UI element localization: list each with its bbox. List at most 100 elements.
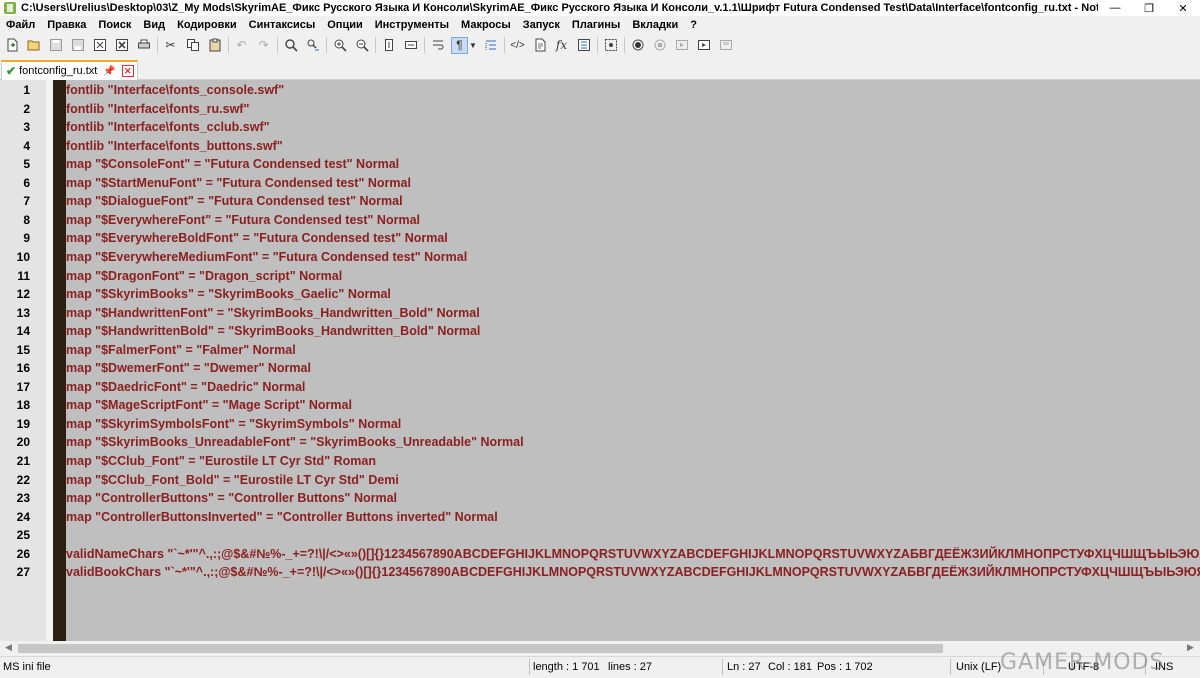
code-line[interactable]: fontlib "Interface\fonts_buttons.swf" [66, 139, 283, 153]
find-icon[interactable] [282, 37, 299, 54]
pin-icon[interactable]: 📌 [103, 66, 115, 77]
cut-icon[interactable]: ✂ [162, 37, 179, 54]
watermark: GAMER-MODS [1000, 650, 1165, 675]
dropdown-arrow-icon[interactable]: ▼ [469, 37, 477, 54]
sync-vertical-icon[interactable] [380, 37, 397, 54]
status-eol[interactable]: Unix (LF) [956, 661, 1001, 673]
text-area[interactable]: fontlib "Interface\fonts_console.swf"fon… [66, 80, 1200, 641]
menu-encoding[interactable]: Кодировки [171, 19, 243, 31]
code-line[interactable]: fontlib "Interface\fonts_cclub.swf" [66, 120, 270, 134]
menu-settings[interactable]: Опции [321, 19, 369, 31]
menu-run[interactable]: Запуск [517, 19, 566, 31]
close-file-icon[interactable] [91, 37, 108, 54]
toolbar-separator [504, 37, 505, 53]
code-line[interactable]: map "$EverywhereFont" = "Futura Condense… [66, 213, 420, 227]
code-line[interactable]: fontlib "Interface\fonts_console.swf" [66, 83, 284, 97]
status-pos: Pos : 1 702 [817, 661, 873, 673]
code-line[interactable]: map "$CClub_Font" = "Eurostile LT Cyr St… [66, 454, 376, 468]
code-line[interactable]: map "$StartMenuFont" = "Futura Condensed… [66, 176, 411, 190]
menu-language[interactable]: Синтаксисы [243, 19, 322, 31]
new-file-icon[interactable] [3, 37, 20, 54]
menu-view[interactable]: Вид [137, 19, 171, 31]
code-line[interactable]: map "$CClub_Font_Bold" = "Eurostile LT C… [66, 473, 399, 487]
open-folder-icon[interactable] [25, 37, 42, 54]
document-map-icon[interactable] [531, 37, 548, 54]
menu-help[interactable]: ? [684, 19, 703, 31]
menu-plugins[interactable]: Плагины [566, 19, 626, 31]
line-number: 22 [16, 473, 30, 487]
menu-file[interactable]: Файл [0, 19, 41, 31]
code-line[interactable]: map "$HandwrittenBold" = "SkyrimBooks_Ha… [66, 324, 480, 338]
user-language-icon[interactable]: </> [509, 37, 526, 54]
code-line[interactable]: map "$EverywhereMediumFont" = "Futura Co… [66, 250, 467, 264]
code-line[interactable]: map "$SkyrimSymbolsFont" = "SkyrimSymbol… [66, 417, 401, 431]
code-line[interactable]: map "$ConsoleFont" = "Futura Condensed t… [66, 157, 399, 171]
show-all-characters-icon[interactable]: ¶ [451, 36, 468, 54]
scroll-right-icon[interactable]: ▶ [1187, 642, 1194, 653]
line-number: 1 [23, 83, 30, 97]
save-macro-icon[interactable] [717, 37, 734, 54]
word-wrap-icon[interactable] [429, 37, 446, 54]
saved-check-icon: ✔ [6, 64, 17, 78]
scrollbar-thumb[interactable] [18, 644, 943, 653]
save-icon[interactable] [47, 37, 64, 54]
zoom-out-icon[interactable] [353, 37, 370, 54]
menu-macro[interactable]: Макросы [455, 19, 517, 31]
line-number: 2 [23, 102, 30, 116]
code-line[interactable]: map "$DragonFont" = "Dragon_script" Norm… [66, 269, 342, 283]
menu-search[interactable]: Поиск [92, 19, 137, 31]
stop-macro-icon[interactable] [651, 37, 668, 54]
notepad-plus-plus-icon [4, 2, 16, 14]
code-line[interactable]: map "$DialogueFont" = "Futura Condensed … [66, 194, 403, 208]
indent-guide-icon[interactable] [482, 37, 499, 54]
code-line[interactable]: map "$DwemerFont" = "Dwemer" Normal [66, 361, 311, 375]
close-all-icon[interactable] [113, 37, 130, 54]
replace-icon[interactable] [304, 37, 321, 54]
paste-icon[interactable] [206, 37, 223, 54]
code-line[interactable]: map "$EverywhereBoldFont" = "Futura Cond… [66, 231, 448, 245]
status-lines: lines : 27 [608, 661, 653, 673]
line-number: 25 [16, 528, 30, 542]
editor-area[interactable]: 1 2 3 4 5 6 7 8 9 10 11 12 13 14 15 16 17 18 19 20 21 22 23 24 2… [0, 80, 1200, 641]
toolbar-separator [375, 37, 376, 53]
code-line[interactable]: map "$FalmerFont" = "Falmer" Normal [66, 343, 296, 357]
code-line[interactable]: map "$HandwrittenFont" = "SkyrimBooks_Ha… [66, 306, 480, 320]
folder-as-workspace-icon[interactable] [575, 37, 592, 54]
code-line[interactable]: map "$DaedricFont" = "Daedric" Normal [66, 380, 305, 394]
line-number: 21 [16, 454, 30, 468]
minimize-button[interactable]: — [1098, 0, 1132, 16]
tab-fontconfig-ru[interactable]: ✔ fontconfig_ru.txt 📌 ✕ [1, 60, 138, 80]
menu-window[interactable]: Вкладки [626, 19, 684, 31]
undo-icon[interactable]: ↶ [233, 37, 250, 54]
copy-icon[interactable] [184, 37, 201, 54]
code-line[interactable]: fontlib "Interface\fonts_ru.swf" [66, 102, 249, 116]
print-icon[interactable] [135, 37, 152, 54]
tab-close-icon[interactable]: ✕ [121, 65, 134, 77]
code-line[interactable]: validBookChars "`~*'"^.,:;@$&#№%-_+=?!\|… [66, 565, 1200, 579]
function-list-icon[interactable]: fx [553, 37, 570, 54]
close-button[interactable]: ✕ [1166, 0, 1200, 16]
save-all-icon[interactable] [69, 37, 86, 54]
code-line[interactable]: map "ControllerButtons" = "Controller Bu… [66, 491, 397, 505]
record-macro-icon[interactable] [629, 37, 646, 54]
code-line[interactable]: map "$SkyrimBooks" = "SkyrimBooks_Gaelic… [66, 287, 391, 301]
code-line[interactable]: map "$SkyrimBooks_UnreadableFont" = "Sky… [66, 435, 524, 449]
code-line[interactable]: map "ControllerButtonsInverted" = "Contr… [66, 510, 498, 524]
code-line[interactable]: validNameChars "`~*'"^.,:;@$&#№%-_+=?!\|… [66, 547, 1200, 561]
zoom-in-icon[interactable] [331, 37, 348, 54]
play-macro-icon[interactable] [673, 37, 690, 54]
line-number: 20 [16, 435, 30, 449]
status-col: Col : 181 [768, 661, 813, 673]
menu-tools[interactable]: Инструменты [369, 19, 455, 31]
line-number: 3 [23, 120, 30, 134]
monitoring-icon[interactable] [602, 37, 619, 54]
sync-horizontal-icon[interactable] [402, 37, 419, 54]
code-line[interactable]: map "$MageScriptFont" = "Mage Script" No… [66, 398, 352, 412]
line-number: 14 [16, 324, 30, 338]
redo-icon[interactable]: ↷ [255, 37, 272, 54]
run-macro-multiple-icon[interactable] [695, 37, 712, 54]
menu-edit[interactable]: Правка [41, 19, 92, 31]
scroll-left-icon[interactable]: ◀ [5, 642, 12, 653]
toolbar-separator [424, 37, 425, 53]
maximize-button[interactable]: ❐ [1132, 0, 1166, 16]
